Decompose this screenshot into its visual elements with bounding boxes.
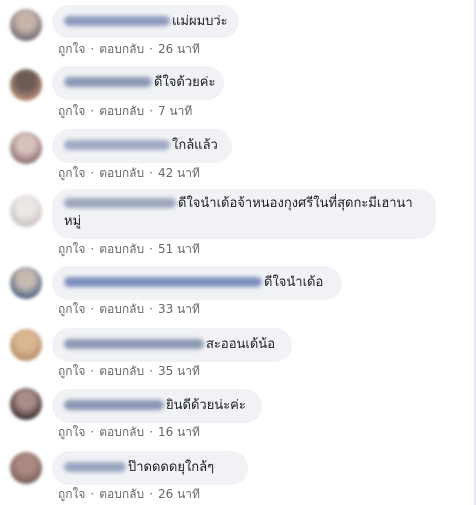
- separator-dot: ·: [90, 242, 95, 256]
- comment-timestamp[interactable]: 26 นาที: [158, 487, 200, 501]
- comment-actions: ถูกใจ · ตอบกลับ · 33 นาที: [58, 300, 200, 319]
- comment-actions: ถูกใจ · ตอบกลับ · 42 นาที: [58, 164, 200, 183]
- separator-dot: ·: [90, 364, 95, 378]
- comment-timestamp[interactable]: 26 นาที: [158, 42, 200, 56]
- commenter-name[interactable]: [64, 276, 262, 287]
- avatar[interactable]: [10, 69, 42, 101]
- comment-actions: ถูกใจ · ตอบกลับ · 7 นาที: [58, 102, 192, 121]
- comment-item: ใกล้แล้ว ถูกใจ · ตอบกลับ · 42 นาที: [0, 124, 476, 180]
- commenter-name[interactable]: [64, 338, 204, 349]
- comment-text: ดีใจด้วยค่ะ: [154, 75, 216, 90]
- comment-item: ดีใจด้วยค่ะ ถูกใจ · ตอบกลับ · 7 นาที: [0, 62, 476, 118]
- commenter-name[interactable]: [64, 76, 152, 87]
- like-button[interactable]: ถูกใจ: [58, 166, 85, 180]
- commenter-name[interactable]: [64, 461, 126, 472]
- commenter-name[interactable]: [64, 197, 176, 208]
- separator-dot: ·: [149, 364, 153, 378]
- separator-dot: ·: [149, 487, 153, 501]
- comment-bubble: ยินดีด้วยน่ะค่ะ: [52, 389, 262, 423]
- like-button[interactable]: ถูกใจ: [58, 104, 85, 118]
- comment-item: ดีใจนำเด้อจ้าหนองกุงศรีในที่สุดกะมีเฮานา…: [0, 186, 476, 258]
- comment-item: สะออนเด้น้อ ถูกใจ · ตอบกลับ · 35 นาที: [0, 326, 476, 382]
- avatar[interactable]: [10, 388, 42, 420]
- avatar[interactable]: [10, 452, 42, 484]
- avatar[interactable]: [10, 9, 42, 41]
- avatar[interactable]: [10, 132, 42, 164]
- like-button[interactable]: ถูกใจ: [58, 425, 85, 439]
- reply-button[interactable]: ตอบกลับ: [99, 425, 144, 439]
- comment-timestamp[interactable]: 42 นาที: [158, 166, 200, 180]
- separator-dot: ·: [149, 104, 153, 118]
- reply-button[interactable]: ตอบกลับ: [99, 364, 144, 378]
- separator-dot: ·: [90, 487, 95, 501]
- comment-text: แม่ผมบว่ะ: [172, 14, 228, 29]
- reply-button[interactable]: ตอบกลับ: [99, 42, 144, 56]
- commenter-name[interactable]: [64, 139, 170, 150]
- comment-timestamp[interactable]: 16 นาที: [158, 425, 200, 439]
- comment-item: ดีใจนำเด้อ ถูกใจ · ตอบกลับ · 33 นาที: [0, 264, 476, 320]
- comment-timestamp[interactable]: 51 นาที: [158, 242, 200, 256]
- separator-dot: ·: [149, 166, 153, 180]
- like-button[interactable]: ถูกใจ: [58, 487, 85, 501]
- separator-dot: ·: [149, 302, 153, 316]
- separator-dot: ·: [149, 425, 153, 439]
- reply-button[interactable]: ตอบกลับ: [99, 487, 144, 501]
- comment-timestamp[interactable]: 7 นาที: [158, 104, 192, 118]
- separator-dot: ·: [90, 104, 95, 118]
- like-button[interactable]: ถูกใจ: [58, 364, 85, 378]
- comment-bubble: ดีใจด้วยค่ะ: [52, 66, 224, 100]
- comment-timestamp[interactable]: 33 นาที: [158, 302, 200, 316]
- comment-actions: ถูกใจ · ตอบกลับ · 26 นาที: [58, 40, 200, 59]
- reply-button[interactable]: ตอบกลับ: [99, 166, 144, 180]
- separator-dot: ·: [90, 166, 95, 180]
- separator-dot: ·: [149, 242, 153, 256]
- comment-actions: ถูกใจ · ตอบกลับ · 35 นาที: [58, 362, 200, 381]
- like-button[interactable]: ถูกใจ: [58, 302, 85, 316]
- comment-bubble: ใกล้แล้ว: [52, 129, 232, 163]
- comment-actions: ถูกใจ · ตอบกลับ · 16 นาที: [58, 423, 200, 442]
- commenter-name[interactable]: [64, 399, 164, 410]
- comment-text: สะออนเด้น้อ: [206, 337, 275, 352]
- comment-text: ใกล้แล้ว: [172, 138, 218, 153]
- avatar[interactable]: [10, 195, 42, 227]
- separator-dot: ·: [90, 302, 95, 316]
- comment-actions: ถูกใจ · ตอบกลับ · 26 นาที: [58, 485, 200, 504]
- commenter-name[interactable]: [64, 15, 170, 26]
- comment-text: ยินดีด้วยน่ะค่ะ: [166, 398, 246, 413]
- separator-dot: ·: [90, 425, 95, 439]
- reply-button[interactable]: ตอบกลับ: [99, 242, 144, 256]
- comment-bubble: ดีใจนำเด้อจ้าหนองกุงศรีในที่สุดกะมีเฮานา…: [52, 189, 436, 239]
- reply-button[interactable]: ตอบกลับ: [99, 104, 144, 118]
- comment-text: ป๊าดดดดยุใกล้ๆ: [128, 460, 215, 475]
- comment-timestamp[interactable]: 35 นาที: [158, 364, 200, 378]
- comment-item: ยินดีด้วยน่ะค่ะ ถูกใจ · ตอบกลับ · 16 นาที: [0, 388, 476, 444]
- comment-bubble: ดีใจนำเด้อ: [52, 266, 342, 300]
- separator-dot: ·: [149, 42, 153, 56]
- avatar[interactable]: [10, 329, 42, 361]
- like-button[interactable]: ถูกใจ: [58, 242, 85, 256]
- comment-item: ป๊าดดดดยุใกล้ๆ ถูกใจ · ตอบกลับ · 26 นาที: [0, 450, 476, 505]
- comment-actions: ถูกใจ · ตอบกลับ · 51 นาที: [58, 240, 200, 259]
- comment-text: ดีใจนำเด้อ: [264, 275, 324, 290]
- reply-button[interactable]: ตอบกลับ: [99, 302, 144, 316]
- like-button[interactable]: ถูกใจ: [58, 42, 85, 56]
- comment-bubble: แม่ผมบว่ะ: [52, 5, 239, 38]
- avatar[interactable]: [10, 267, 42, 299]
- comment-bubble: ป๊าดดดดยุใกล้ๆ: [52, 451, 248, 485]
- comment-item: แม่ผมบว่ะ ถูกใจ · ตอบกลับ · 26 นาที: [0, 0, 476, 56]
- separator-dot: ·: [90, 42, 95, 56]
- comment-bubble: สะออนเด้น้อ: [52, 328, 292, 362]
